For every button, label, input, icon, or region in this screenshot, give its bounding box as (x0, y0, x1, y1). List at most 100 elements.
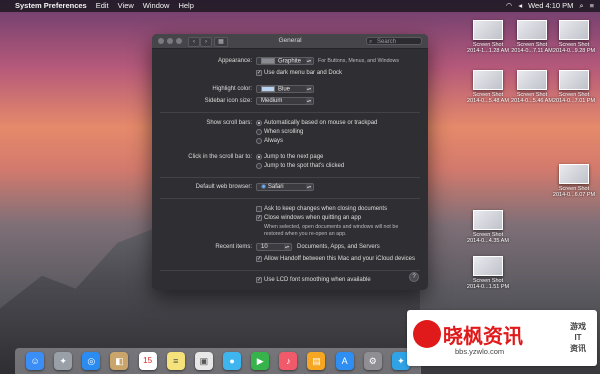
watermark-side-line3: 资讯 (570, 344, 586, 353)
appearance-value: Graphite (278, 58, 302, 65)
recent-items-label: Recent items: (215, 244, 252, 250)
watermark-badge: 晓枫资讯 bbs.yzwlo.com 游戏 IT 资讯 (407, 310, 597, 366)
system-preferences-icon[interactable]: ⚙ (363, 352, 382, 370)
dark-menu-label: Use dark menu bar and Dock (264, 70, 343, 76)
jump-to-spot-label: Jump to the spot that's clicked (264, 163, 345, 169)
close-windows-checkbox[interactable]: ✓ (256, 215, 262, 221)
menu-window[interactable]: Window (143, 0, 170, 12)
menu-view[interactable]: View (118, 0, 134, 12)
popup-arrows-icon: ▴▾ (306, 98, 312, 104)
section-divider (160, 270, 420, 271)
desktop-file[interactable]: Screen Shot 2014-0...5.46 AM (510, 70, 554, 104)
desktop-file[interactable]: Screen Shot 2014-0...1.51 PM (466, 256, 510, 290)
popup-arrows-icon: ▴▾ (284, 244, 290, 250)
scroll-always-radio[interactable] (256, 138, 262, 144)
notes-icon[interactable]: ≡ (166, 352, 185, 370)
section-divider (160, 177, 420, 178)
facetime-icon[interactable]: ▶ (251, 352, 270, 370)
blue-swatch-icon (261, 86, 275, 92)
scroll-auto-radio[interactable] (256, 120, 262, 126)
default-browser-popup[interactable]: ◉ Safari ▴▾ (256, 183, 314, 191)
search-icon[interactable]: ⌕ (579, 0, 583, 12)
wifi-icon[interactable]: ◠ (506, 0, 513, 12)
file-thumbnail (517, 20, 547, 40)
scroll-auto-label: Automatically based on mouse or trackpad (264, 120, 378, 126)
desktop-file[interactable]: Screen Shot 2014-0...4.35 AM (466, 210, 510, 244)
watermark-logo-icon (413, 320, 441, 348)
calendar-icon[interactable]: 15 (138, 352, 157, 370)
scroll-when-scrolling-radio[interactable] (256, 129, 262, 135)
contacts-icon[interactable]: ◧ (110, 352, 129, 370)
notification-center-icon[interactable]: ≡ (590, 0, 594, 12)
handoff-label: Allow Handoff between this Mac and your … (264, 256, 415, 262)
app-store-icon[interactable]: A (335, 352, 354, 370)
safari-icon: ◉ (261, 184, 267, 190)
scrollbars-label: Show scroll bars: (206, 120, 252, 126)
jump-next-page-radio[interactable] (256, 154, 262, 160)
menu-edit[interactable]: Edit (96, 0, 109, 12)
launchpad-icon[interactable]: ✦ (54, 352, 73, 370)
safari-icon[interactable]: ◎ (82, 352, 101, 370)
menu-app-name[interactable]: System Preferences (15, 0, 87, 12)
file-name-line2: 2014-0...9.28 PM (552, 48, 596, 54)
menu-bar: System Preferences Edit View Window Help… (0, 0, 600, 12)
search-placeholder: Search (377, 39, 397, 45)
close-windows-note-line1: When selected, open documents and window… (264, 224, 399, 230)
watermark-side-line1: 游戏 (570, 322, 586, 331)
file-name-line2: 2014-1...1.28 AM (467, 48, 509, 54)
popup-arrows-icon: ▴▾ (306, 184, 312, 190)
desktop-file[interactable]: Screen Shot 2014-0...5.48 AM (466, 70, 510, 104)
ibooks-icon[interactable]: ▤ (307, 352, 326, 370)
menu-help[interactable]: Help (178, 0, 193, 12)
scroll-always-label: Always (264, 138, 284, 144)
finder-icon[interactable]: ☺ (26, 352, 45, 370)
lcd-smoothing-label: Use LCD font smoothing when available (264, 277, 371, 283)
file-thumbnail (517, 70, 547, 90)
section-divider (160, 112, 420, 113)
file-name-line2: 2014-0...7.01 PM (552, 98, 596, 104)
file-thumbnail (473, 210, 503, 230)
file-name-line2: 2014-0...4.35 AM (467, 238, 509, 244)
recent-items-popup[interactable]: 10 ▴▾ (256, 243, 292, 251)
close-windows-label: Close windows when quitting an app (264, 215, 362, 221)
file-thumbnail (473, 70, 503, 90)
file-name-line2: 2014-0...5.48 AM (467, 98, 509, 104)
section-divider (160, 198, 420, 199)
file-thumbnail (473, 256, 503, 276)
appearance-popup[interactable]: Graphite ▴▾ (256, 57, 314, 65)
watermark-side-line2: IT (574, 333, 582, 342)
click-scrollbar-label: Click in the scroll bar to: (188, 154, 252, 160)
ask-keep-changes-checkbox[interactable] (256, 206, 262, 212)
sidebar-size-popup[interactable]: Medium ▴▾ (256, 97, 314, 105)
jump-to-spot-radio[interactable] (256, 163, 262, 169)
dark-menu-checkbox[interactable]: ✓ (256, 70, 262, 76)
search-field[interactable]: ⌕ Search (366, 37, 422, 45)
menu-clock[interactable]: Wed 4:10 PM (528, 0, 573, 12)
desktop-file[interactable]: Screen Shot 2014-0...9.28 PM (552, 20, 596, 54)
file-thumbnail (559, 20, 589, 40)
ask-keep-changes-label: Ask to keep changes when closing documen… (264, 206, 388, 212)
help-button[interactable]: ? (409, 272, 419, 282)
jump-next-page-label: Jump to the next page (264, 154, 324, 160)
itunes-icon[interactable]: ♪ (279, 352, 298, 370)
volume-icon[interactable]: ◂ (518, 0, 522, 12)
popup-arrows-icon: ▴▾ (306, 58, 312, 64)
highlight-color-popup[interactable]: Blue ▴▾ (256, 85, 314, 93)
file-name-line2: 2014-0...7.11 AM (511, 48, 553, 54)
desktop-file[interactable]: Screen Shot 2014-0...7.11 AM (510, 20, 554, 54)
default-browser-value: Safari (267, 184, 284, 190)
file-thumbnail (559, 164, 589, 184)
close-windows-note-line2: restored when you re-open an app. (264, 231, 347, 237)
messages-icon[interactable]: ● (223, 352, 242, 370)
desktop-file[interactable]: Screen Shot 2014-1...1.28 AM (466, 20, 510, 54)
desktop-file[interactable]: Screen Shot 2014-0...6.07 PM (552, 164, 596, 198)
file-name-line2: 2014-0...5.46 AM (511, 98, 553, 104)
handoff-checkbox[interactable]: ✓ (256, 256, 262, 262)
desktop-file[interactable]: Screen Shot 2014-0...7.01 PM (552, 70, 596, 104)
watermark-title: 晓枫资讯 (443, 324, 523, 348)
file-name-line2: 2014-0...1.51 PM (466, 284, 510, 290)
preview-icon[interactable]: ▣ (194, 352, 213, 370)
lcd-smoothing-checkbox[interactable]: ✓ (256, 277, 262, 283)
appearance-label: Appearance: (217, 58, 252, 64)
recent-items-note: Documents, Apps, and Servers (297, 244, 380, 250)
